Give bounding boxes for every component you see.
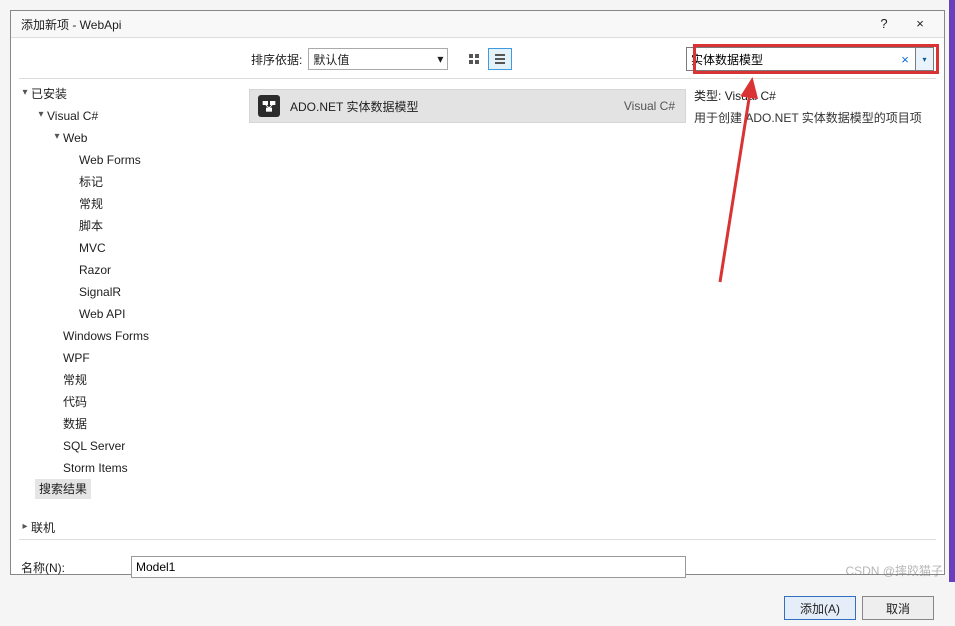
tree-wpf[interactable]: WPF: [51, 347, 249, 369]
category-tree: 已安装 Visual C# Web Web Forms 标记 常规 脚本 MVC: [19, 79, 249, 539]
window-title: 添加新项 - WebApi: [21, 16, 866, 33]
template-item-ado-edm[interactable]: ADO.NET 实体数据模型 Visual C#: [249, 89, 686, 123]
search-input[interactable]: [691, 49, 897, 69]
tree-web-razor[interactable]: Razor: [67, 259, 249, 281]
chevron-down-icon: ▾: [922, 55, 926, 64]
vs-right-strip: [949, 0, 955, 582]
tree-search-results[interactable]: 搜索结果: [35, 479, 91, 499]
tree-general[interactable]: 常规: [51, 369, 249, 391]
template-language: Visual C#: [624, 99, 675, 113]
tree-online[interactable]: 联机: [19, 517, 249, 539]
clear-search-icon[interactable]: ×: [897, 52, 913, 67]
name-label: 名称(N):: [19, 559, 131, 576]
view-list-button[interactable]: [488, 48, 512, 70]
tree-web-forms[interactable]: Web Forms: [67, 149, 249, 171]
help-button[interactable]: ?: [866, 11, 902, 37]
tree-web-signalr[interactable]: SignalR: [67, 281, 249, 303]
tree-storm[interactable]: Storm Items: [51, 457, 249, 479]
sort-controls: 排序依据: 默认值 ▾: [251, 48, 512, 70]
tree-csharp[interactable]: Visual C#: [35, 105, 249, 127]
close-button[interactable]: ×: [902, 11, 938, 37]
tree-web-scripts[interactable]: 脚本: [67, 215, 249, 237]
template-name: ADO.NET 实体数据模型: [290, 98, 624, 115]
tree-installed[interactable]: 已安装: [19, 83, 249, 105]
tree-data[interactable]: 数据: [51, 413, 249, 435]
tree-web-general[interactable]: 常规: [67, 193, 249, 215]
search-container: × ▾: [686, 47, 934, 71]
search-dropdown-button[interactable]: ▾: [916, 47, 934, 71]
list-icon: [495, 54, 505, 64]
chevron-down-icon: ▾: [437, 52, 443, 66]
sort-value: 默认值: [313, 51, 349, 68]
tree-code[interactable]: 代码: [51, 391, 249, 413]
cancel-button[interactable]: 取消: [862, 596, 934, 620]
sort-dropdown[interactable]: 默认值 ▾: [308, 48, 448, 70]
preview-pane: 类型: Visual C# 用于创建 ADO.NET 实体数据模型的项目项: [686, 79, 936, 539]
preview-type-label: 类型:: [694, 89, 721, 103]
tree-sqlserver[interactable]: SQL Server: [51, 435, 249, 457]
tree-web-mvc[interactable]: MVC: [67, 237, 249, 259]
sort-label: 排序依据:: [251, 51, 302, 68]
template-list: ADO.NET 实体数据模型 Visual C#: [249, 79, 686, 539]
edm-icon: [258, 95, 280, 117]
preview-type-value: Visual C#: [725, 89, 776, 103]
view-grid-button[interactable]: [462, 48, 486, 70]
tree-web[interactable]: Web: [51, 127, 249, 149]
grid-icon: [469, 54, 479, 64]
tree-web-api[interactable]: Web API: [67, 303, 249, 325]
preview-description: 用于创建 ADO.NET 实体数据模型的项目项: [694, 110, 930, 126]
tree-winforms[interactable]: Windows Forms: [51, 325, 249, 347]
titlebar: 添加新项 - WebApi ? ×: [11, 11, 944, 38]
tree-header-spacer: [21, 57, 251, 61]
dialog-window: 添加新项 - WebApi ? × 排序依据: 默认值 ▾: [10, 10, 945, 575]
name-input[interactable]: [131, 556, 686, 578]
add-button[interactable]: 添加(A): [784, 596, 856, 620]
search-box[interactable]: ×: [686, 47, 916, 71]
tree-web-markup[interactable]: 标记: [67, 171, 249, 193]
